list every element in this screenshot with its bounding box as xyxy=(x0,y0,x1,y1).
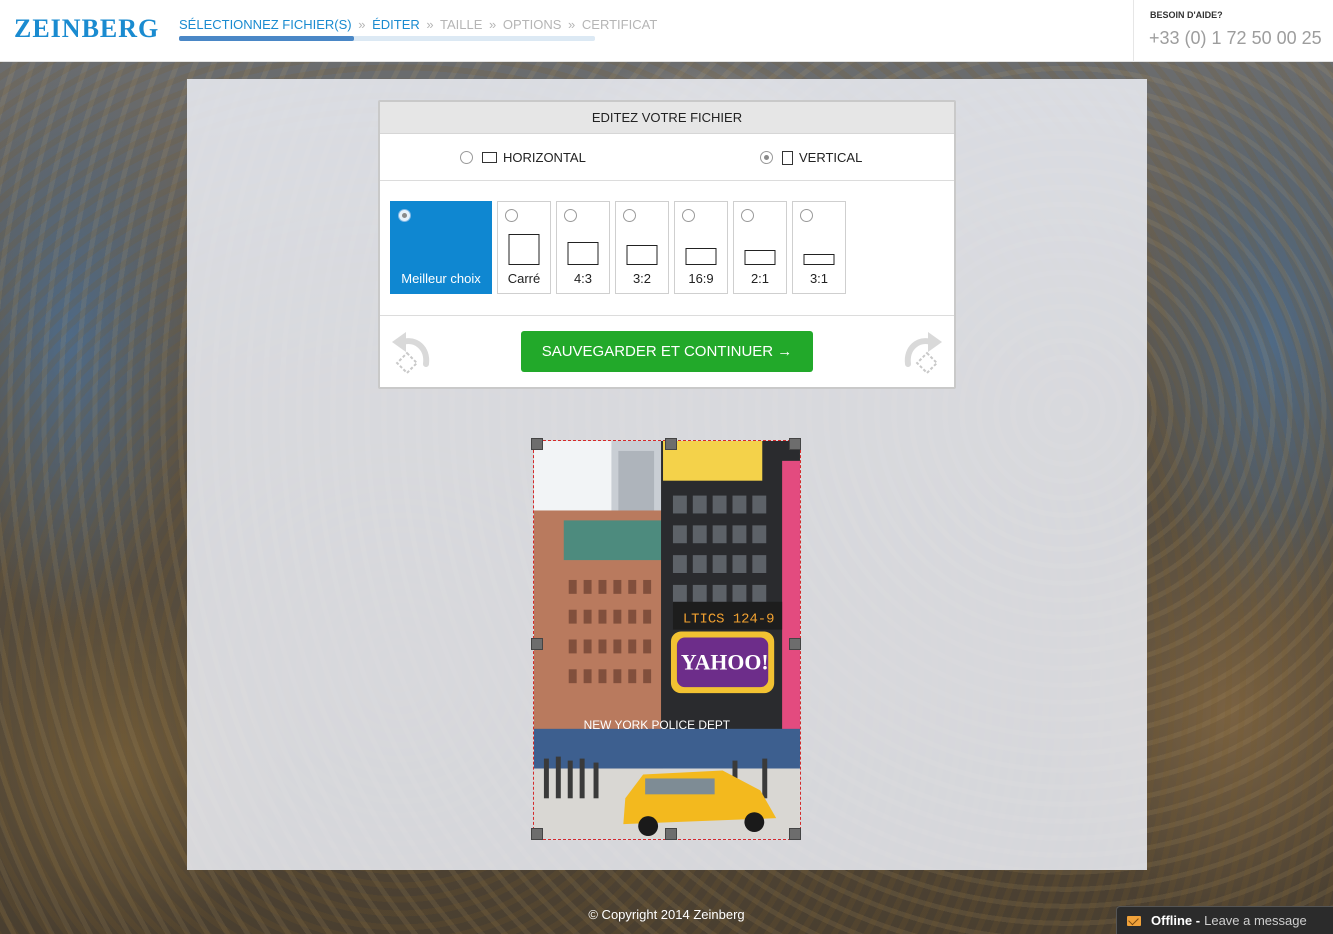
ratio-label: 3:2 xyxy=(632,271,652,286)
ratio-4-3[interactable]: 4:3 xyxy=(556,201,610,294)
ratio-3-2[interactable]: 3:2 xyxy=(615,201,669,294)
step-edit[interactable]: ÉDITER xyxy=(372,17,420,32)
ratio-label: 16:9 xyxy=(688,271,714,286)
orientation-horizontal[interactable]: HORIZONTAL xyxy=(460,150,586,165)
step-size: TAILLE xyxy=(440,17,483,32)
ratio-radio[interactable] xyxy=(505,209,518,222)
chat-message: Leave a message xyxy=(1204,913,1307,928)
orientation-row: HORIZONTAL VERTICAL xyxy=(380,134,954,181)
step-progress-fill xyxy=(179,36,354,41)
crop-handle-top-left[interactable] xyxy=(531,438,543,450)
crop-handle-right[interactable] xyxy=(789,638,801,650)
ratio-options: Meilleur choix Carré 4:3 3:2 16:9 2:1 3:… xyxy=(380,181,954,316)
ratio-label: Carré xyxy=(507,271,541,286)
ratio-label: 4:3 xyxy=(573,271,593,286)
horizontal-label: HORIZONTAL xyxy=(503,150,586,165)
vertical-radio[interactable] xyxy=(760,151,773,164)
vertical-label: VERTICAL xyxy=(799,150,863,165)
envelope-icon xyxy=(1127,915,1141,926)
rotate-right-icon[interactable] xyxy=(902,330,946,378)
chat-widget[interactable]: Offline - Leave a message xyxy=(1116,906,1333,934)
editor-title: EDITEZ VOTRE FICHIER xyxy=(380,102,954,134)
ratio-label: 3:1 xyxy=(809,271,829,286)
ratio-radio[interactable] xyxy=(398,209,411,222)
step-select-files[interactable]: SÉLECTIONNEZ FICHIER(S) xyxy=(179,17,352,32)
crop-handle-bottom-right[interactable] xyxy=(789,828,801,840)
landscape-icon xyxy=(482,152,497,163)
step-options: OPTIONS xyxy=(502,17,562,32)
ratio-3-1[interactable]: 3:1 xyxy=(792,201,846,294)
ratio-label: Meilleur choix xyxy=(401,271,481,286)
header: ZEINBERG SÉLECTIONNEZ FICHIER(S) » ÉDITE… xyxy=(0,0,1333,62)
step-separator: » xyxy=(358,17,366,32)
crop-handle-bottom-left[interactable] xyxy=(531,828,543,840)
ratio-3-1-icon xyxy=(803,254,835,265)
step-separator: » xyxy=(489,17,497,32)
crop-handle-top-right[interactable] xyxy=(789,438,801,450)
editor-box: EDITEZ VOTRE FICHIER HORIZONTAL VERTICAL… xyxy=(378,100,956,389)
svg-text:NEW YORK POLICE DEPT: NEW YORK POLICE DEPT xyxy=(584,718,730,732)
step-separator: » xyxy=(426,17,434,32)
ratio-square[interactable]: Carré xyxy=(497,201,551,294)
crop-handle-top[interactable] xyxy=(665,438,677,450)
crop-area[interactable]: LTICS 124-9 YAHOO! NEW YORK POLICE DEPT xyxy=(533,440,801,840)
logo[interactable]: ZEINBERG xyxy=(14,14,159,44)
crop-handle-bottom[interactable] xyxy=(665,828,677,840)
ratio-2-1[interactable]: 2:1 xyxy=(733,201,787,294)
ratio-radio[interactable] xyxy=(623,209,636,222)
ratio-16-9-icon xyxy=(685,248,717,265)
chat-status: Offline - xyxy=(1151,913,1201,928)
orientation-vertical[interactable]: VERTICAL xyxy=(760,150,862,165)
rotate-left-icon[interactable] xyxy=(388,330,432,378)
edited-photo: LTICS 124-9 YAHOO! NEW YORK POLICE DEPT xyxy=(534,441,800,838)
crop-handle-left[interactable] xyxy=(531,638,543,650)
ratio-2-1-icon xyxy=(744,250,776,265)
save-and-continue-button[interactable]: SAUVEGARDER ET CONTINUER → xyxy=(521,331,813,372)
ratio-radio[interactable] xyxy=(682,209,695,222)
horizontal-radio[interactable] xyxy=(460,151,473,164)
square-ratio-icon xyxy=(508,234,540,265)
help-phone[interactable]: +33 (0) 1 72 50 00 25 xyxy=(1149,28,1322,49)
ratio-radio[interactable] xyxy=(741,209,754,222)
breadcrumb-steps: SÉLECTIONNEZ FICHIER(S) » ÉDITER » TAILL… xyxy=(179,17,657,32)
svg-text:LTICS 124-9: LTICS 124-9 xyxy=(683,612,775,628)
step-certificate: CERTIFICAT xyxy=(581,17,658,32)
step-progress-bar xyxy=(179,36,595,41)
action-row: SAUVEGARDER ET CONTINUER → xyxy=(380,316,954,388)
portrait-icon xyxy=(782,150,793,165)
ratio-3-2-icon xyxy=(626,245,658,265)
ratio-radio[interactable] xyxy=(564,209,577,222)
help-box: BESOIN D'AIDE? +33 (0) 1 72 50 00 25 xyxy=(1133,0,1333,62)
step-separator: » xyxy=(568,17,576,32)
ratio-radio[interactable] xyxy=(800,209,813,222)
ratio-label: 2:1 xyxy=(750,271,770,286)
ratio-best-choice[interactable]: Meilleur choix xyxy=(390,201,492,294)
help-label: BESOIN D'AIDE? xyxy=(1150,10,1223,20)
ratio-4-3-icon xyxy=(567,242,599,265)
ratio-16-9[interactable]: 16:9 xyxy=(674,201,728,294)
svg-text:YAHOO!: YAHOO! xyxy=(681,650,769,674)
